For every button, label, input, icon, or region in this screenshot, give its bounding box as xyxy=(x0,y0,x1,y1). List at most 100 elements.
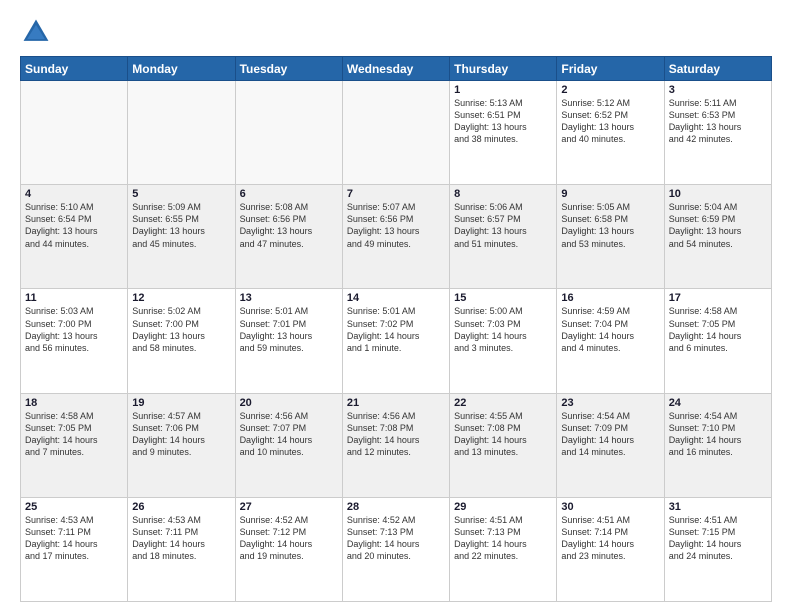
logo-icon xyxy=(20,16,52,48)
day-header-wednesday: Wednesday xyxy=(342,57,449,81)
calendar-cell xyxy=(21,81,128,185)
header xyxy=(20,16,772,48)
calendar-header-row: SundayMondayTuesdayWednesdayThursdayFrid… xyxy=(21,57,772,81)
calendar-cell xyxy=(342,81,449,185)
day-number: 31 xyxy=(669,501,767,513)
calendar-table: SundayMondayTuesdayWednesdayThursdayFrid… xyxy=(20,56,772,602)
calendar-cell: 23Sunrise: 4:54 AM Sunset: 7:09 PM Dayli… xyxy=(557,393,664,497)
day-info: Sunrise: 4:53 AM Sunset: 7:11 PM Dayligh… xyxy=(132,514,230,563)
day-info: Sunrise: 5:12 AM Sunset: 6:52 PM Dayligh… xyxy=(561,97,659,146)
calendar-cell: 28Sunrise: 4:52 AM Sunset: 7:13 PM Dayli… xyxy=(342,497,449,601)
calendar-week-4: 18Sunrise: 4:58 AM Sunset: 7:05 PM Dayli… xyxy=(21,393,772,497)
calendar-cell: 19Sunrise: 4:57 AM Sunset: 7:06 PM Dayli… xyxy=(128,393,235,497)
calendar-cell: 16Sunrise: 4:59 AM Sunset: 7:04 PM Dayli… xyxy=(557,289,664,393)
day-number: 18 xyxy=(25,397,123,409)
day-info: Sunrise: 5:08 AM Sunset: 6:56 PM Dayligh… xyxy=(240,201,338,250)
day-number: 20 xyxy=(240,397,338,409)
day-number: 7 xyxy=(347,188,445,200)
day-number: 23 xyxy=(561,397,659,409)
day-header-sunday: Sunday xyxy=(21,57,128,81)
day-info: Sunrise: 4:59 AM Sunset: 7:04 PM Dayligh… xyxy=(561,305,659,354)
calendar-week-3: 11Sunrise: 5:03 AM Sunset: 7:00 PM Dayli… xyxy=(21,289,772,393)
day-header-friday: Friday xyxy=(557,57,664,81)
calendar-cell: 26Sunrise: 4:53 AM Sunset: 7:11 PM Dayli… xyxy=(128,497,235,601)
calendar-cell: 29Sunrise: 4:51 AM Sunset: 7:13 PM Dayli… xyxy=(450,497,557,601)
day-number: 11 xyxy=(25,292,123,304)
day-info: Sunrise: 4:54 AM Sunset: 7:09 PM Dayligh… xyxy=(561,410,659,459)
calendar-cell: 1Sunrise: 5:13 AM Sunset: 6:51 PM Daylig… xyxy=(450,81,557,185)
calendar-cell: 24Sunrise: 4:54 AM Sunset: 7:10 PM Dayli… xyxy=(664,393,771,497)
day-info: Sunrise: 5:02 AM Sunset: 7:00 PM Dayligh… xyxy=(132,305,230,354)
day-info: Sunrise: 5:09 AM Sunset: 6:55 PM Dayligh… xyxy=(132,201,230,250)
calendar-cell: 4Sunrise: 5:10 AM Sunset: 6:54 PM Daylig… xyxy=(21,185,128,289)
day-info: Sunrise: 4:51 AM Sunset: 7:13 PM Dayligh… xyxy=(454,514,552,563)
day-number: 14 xyxy=(347,292,445,304)
day-info: Sunrise: 4:55 AM Sunset: 7:08 PM Dayligh… xyxy=(454,410,552,459)
calendar-cell: 9Sunrise: 5:05 AM Sunset: 6:58 PM Daylig… xyxy=(557,185,664,289)
day-info: Sunrise: 5:04 AM Sunset: 6:59 PM Dayligh… xyxy=(669,201,767,250)
calendar-cell: 17Sunrise: 4:58 AM Sunset: 7:05 PM Dayli… xyxy=(664,289,771,393)
calendar-cell: 31Sunrise: 4:51 AM Sunset: 7:15 PM Dayli… xyxy=(664,497,771,601)
calendar-cell: 15Sunrise: 5:00 AM Sunset: 7:03 PM Dayli… xyxy=(450,289,557,393)
calendar-cell: 13Sunrise: 5:01 AM Sunset: 7:01 PM Dayli… xyxy=(235,289,342,393)
day-header-thursday: Thursday xyxy=(450,57,557,81)
day-number: 22 xyxy=(454,397,552,409)
day-info: Sunrise: 5:03 AM Sunset: 7:00 PM Dayligh… xyxy=(25,305,123,354)
day-info: Sunrise: 4:53 AM Sunset: 7:11 PM Dayligh… xyxy=(25,514,123,563)
calendar-cell: 12Sunrise: 5:02 AM Sunset: 7:00 PM Dayli… xyxy=(128,289,235,393)
day-info: Sunrise: 5:06 AM Sunset: 6:57 PM Dayligh… xyxy=(454,201,552,250)
day-info: Sunrise: 5:00 AM Sunset: 7:03 PM Dayligh… xyxy=(454,305,552,354)
calendar-week-1: 1Sunrise: 5:13 AM Sunset: 6:51 PM Daylig… xyxy=(21,81,772,185)
day-number: 15 xyxy=(454,292,552,304)
day-number: 25 xyxy=(25,501,123,513)
day-number: 30 xyxy=(561,501,659,513)
day-info: Sunrise: 5:07 AM Sunset: 6:56 PM Dayligh… xyxy=(347,201,445,250)
calendar-cell: 25Sunrise: 4:53 AM Sunset: 7:11 PM Dayli… xyxy=(21,497,128,601)
calendar-cell: 20Sunrise: 4:56 AM Sunset: 7:07 PM Dayli… xyxy=(235,393,342,497)
page: SundayMondayTuesdayWednesdayThursdayFrid… xyxy=(0,0,792,612)
calendar-cell: 30Sunrise: 4:51 AM Sunset: 7:14 PM Dayli… xyxy=(557,497,664,601)
day-number: 13 xyxy=(240,292,338,304)
day-info: Sunrise: 5:13 AM Sunset: 6:51 PM Dayligh… xyxy=(454,97,552,146)
day-info: Sunrise: 4:51 AM Sunset: 7:15 PM Dayligh… xyxy=(669,514,767,563)
day-number: 19 xyxy=(132,397,230,409)
day-number: 5 xyxy=(132,188,230,200)
day-info: Sunrise: 5:01 AM Sunset: 7:01 PM Dayligh… xyxy=(240,305,338,354)
calendar-cell: 18Sunrise: 4:58 AM Sunset: 7:05 PM Dayli… xyxy=(21,393,128,497)
day-number: 4 xyxy=(25,188,123,200)
day-number: 3 xyxy=(669,84,767,96)
day-number: 24 xyxy=(669,397,767,409)
day-info: Sunrise: 4:56 AM Sunset: 7:07 PM Dayligh… xyxy=(240,410,338,459)
day-info: Sunrise: 5:11 AM Sunset: 6:53 PM Dayligh… xyxy=(669,97,767,146)
day-header-tuesday: Tuesday xyxy=(235,57,342,81)
day-info: Sunrise: 4:52 AM Sunset: 7:13 PM Dayligh… xyxy=(347,514,445,563)
calendar-cell: 14Sunrise: 5:01 AM Sunset: 7:02 PM Dayli… xyxy=(342,289,449,393)
day-number: 26 xyxy=(132,501,230,513)
calendar-cell: 6Sunrise: 5:08 AM Sunset: 6:56 PM Daylig… xyxy=(235,185,342,289)
calendar-cell: 21Sunrise: 4:56 AM Sunset: 7:08 PM Dayli… xyxy=(342,393,449,497)
day-info: Sunrise: 5:01 AM Sunset: 7:02 PM Dayligh… xyxy=(347,305,445,354)
calendar-cell xyxy=(128,81,235,185)
day-header-monday: Monday xyxy=(128,57,235,81)
day-number: 27 xyxy=(240,501,338,513)
day-info: Sunrise: 4:58 AM Sunset: 7:05 PM Dayligh… xyxy=(669,305,767,354)
day-info: Sunrise: 4:58 AM Sunset: 7:05 PM Dayligh… xyxy=(25,410,123,459)
calendar-cell: 3Sunrise: 5:11 AM Sunset: 6:53 PM Daylig… xyxy=(664,81,771,185)
day-number: 16 xyxy=(561,292,659,304)
calendar-cell: 11Sunrise: 5:03 AM Sunset: 7:00 PM Dayli… xyxy=(21,289,128,393)
calendar-week-2: 4Sunrise: 5:10 AM Sunset: 6:54 PM Daylig… xyxy=(21,185,772,289)
day-header-saturday: Saturday xyxy=(664,57,771,81)
day-info: Sunrise: 5:10 AM Sunset: 6:54 PM Dayligh… xyxy=(25,201,123,250)
day-number: 10 xyxy=(669,188,767,200)
calendar-cell: 8Sunrise: 5:06 AM Sunset: 6:57 PM Daylig… xyxy=(450,185,557,289)
day-info: Sunrise: 4:56 AM Sunset: 7:08 PM Dayligh… xyxy=(347,410,445,459)
calendar-cell: 7Sunrise: 5:07 AM Sunset: 6:56 PM Daylig… xyxy=(342,185,449,289)
logo xyxy=(20,16,56,48)
day-number: 28 xyxy=(347,501,445,513)
calendar-cell: 2Sunrise: 5:12 AM Sunset: 6:52 PM Daylig… xyxy=(557,81,664,185)
calendar-week-5: 25Sunrise: 4:53 AM Sunset: 7:11 PM Dayli… xyxy=(21,497,772,601)
day-number: 8 xyxy=(454,188,552,200)
day-number: 6 xyxy=(240,188,338,200)
calendar-cell: 22Sunrise: 4:55 AM Sunset: 7:08 PM Dayli… xyxy=(450,393,557,497)
day-info: Sunrise: 5:05 AM Sunset: 6:58 PM Dayligh… xyxy=(561,201,659,250)
